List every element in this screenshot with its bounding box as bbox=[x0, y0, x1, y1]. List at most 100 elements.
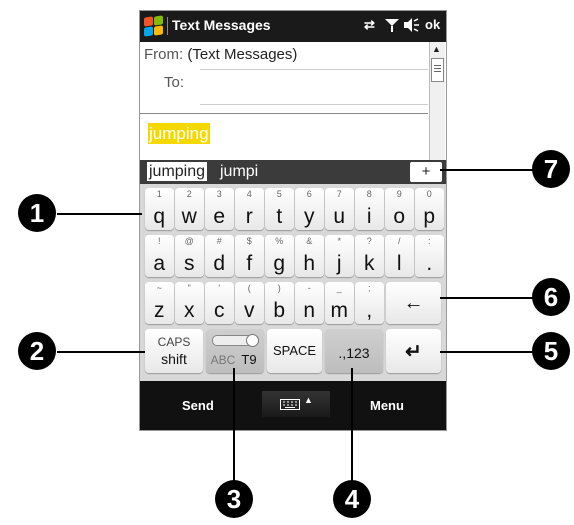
to-field[interactable] bbox=[200, 104, 428, 105]
ok-button[interactable]: ok bbox=[425, 17, 440, 32]
add-word-button[interactable]: + bbox=[410, 162, 442, 182]
key-s[interactable]: @ s bbox=[175, 235, 204, 277]
volume-icon[interactable] bbox=[402, 17, 420, 36]
callout-line-3 bbox=[233, 368, 235, 482]
callout-line-5 bbox=[440, 351, 540, 353]
keyboard-icon bbox=[280, 399, 300, 410]
space-key[interactable]: SPACE bbox=[267, 329, 322, 373]
backspace-arrow-icon: ← bbox=[403, 292, 424, 314]
key-primary-label: g bbox=[273, 252, 286, 275]
key-secondary-label: 9 bbox=[396, 189, 402, 199]
key-secondary-label: * bbox=[337, 236, 341, 246]
key-primary-label: a bbox=[153, 252, 166, 275]
title-bar: Text Messages ⇄ ok bbox=[140, 11, 446, 42]
key-e[interactable]: 3e bbox=[205, 188, 234, 230]
key-secondary-label: 6 bbox=[306, 189, 312, 199]
key-a[interactable]: ! a bbox=[145, 235, 174, 277]
enter-key[interactable]: ↵ bbox=[386, 329, 441, 373]
key-primary-label: j bbox=[336, 252, 342, 275]
key-primary-label: l bbox=[396, 252, 402, 275]
key-y[interactable]: 6y bbox=[295, 188, 324, 230]
callout-1: 1 bbox=[18, 194, 56, 232]
softkey-bar: Send ▲ Menu bbox=[140, 381, 446, 430]
scroll-thumb[interactable] bbox=[431, 58, 444, 82]
t9-slider-knob[interactable] bbox=[246, 334, 259, 347]
suggestion-bar: jumping jumpi + bbox=[140, 160, 446, 184]
suggestion-item[interactable]: jumpi bbox=[220, 163, 258, 181]
key-primary-label: q bbox=[153, 205, 166, 228]
key-secondary-label: ( bbox=[247, 283, 251, 293]
key-v[interactable]: (v bbox=[235, 282, 264, 324]
from-underline bbox=[200, 69, 428, 70]
key-l[interactable]: / l bbox=[385, 235, 414, 277]
key-b[interactable]: ) b bbox=[265, 282, 294, 324]
key-i[interactable]: 8i bbox=[355, 188, 384, 230]
key-primary-label: c bbox=[214, 299, 225, 322]
key-q[interactable]: 1q bbox=[145, 188, 174, 230]
suggestion-item[interactable]: jumping bbox=[147, 162, 208, 181]
key-primary-label: u bbox=[333, 205, 346, 228]
key-h[interactable]: & h bbox=[295, 235, 324, 277]
key-period[interactable]: :. bbox=[415, 235, 444, 277]
key-primary-label: . bbox=[426, 252, 433, 275]
key-secondary-label: 0 bbox=[426, 189, 432, 199]
key-secondary-label: ~ bbox=[156, 283, 162, 293]
windows-start-icon[interactable] bbox=[143, 15, 165, 37]
key-n[interactable]: -n bbox=[295, 282, 324, 324]
key-primary-label: p bbox=[423, 205, 436, 228]
key-u[interactable]: 7u bbox=[325, 188, 354, 230]
app-title: Text Messages bbox=[172, 17, 271, 33]
key-secondary-label: ' bbox=[218, 283, 221, 293]
key-secondary-label: 8 bbox=[366, 189, 372, 199]
key-secondary-label: 4 bbox=[246, 189, 252, 199]
key-secondary-label: 7 bbox=[336, 189, 342, 199]
key-primary-label: e bbox=[213, 205, 226, 228]
key-o[interactable]: 9o bbox=[385, 188, 414, 230]
callout-6: 6 bbox=[532, 278, 570, 316]
key-c[interactable]: ' c bbox=[205, 282, 234, 324]
key-primary-label: f bbox=[246, 252, 253, 275]
key-primary-label: , bbox=[366, 299, 373, 322]
key-z[interactable]: ~ z bbox=[145, 282, 174, 324]
key-k[interactable]: ? k bbox=[355, 235, 384, 277]
key-primary-label: i bbox=[366, 205, 372, 228]
input-panel-toggle[interactable]: ▲ bbox=[262, 391, 330, 417]
caps-label: CAPS bbox=[157, 335, 191, 349]
numbers-key[interactable]: .,123 bbox=[325, 329, 383, 373]
message-body[interactable]: jumping bbox=[140, 113, 428, 160]
title-separator bbox=[167, 17, 168, 35]
key-secondary-label: # bbox=[216, 236, 222, 246]
key-primary-label: x bbox=[184, 299, 195, 322]
phone-screen: Text Messages ⇄ ok From: (Text Messages)… bbox=[139, 10, 447, 431]
callout-line-1 bbox=[57, 213, 142, 215]
sync-arrows-icon: ⇄ bbox=[364, 17, 375, 32]
key-secondary-label: " bbox=[187, 283, 191, 293]
numbers-label: .,123 bbox=[338, 345, 370, 361]
key-p[interactable]: 0p bbox=[415, 188, 444, 230]
scroll-up-icon[interactable]: ▲ bbox=[432, 44, 441, 54]
key-f[interactable]: $ f bbox=[235, 235, 264, 277]
caps-shift-key[interactable]: CAPS shift bbox=[145, 329, 203, 373]
key-d[interactable]: # d bbox=[205, 235, 234, 277]
space-label: SPACE bbox=[272, 343, 317, 358]
key-comma[interactable]: ;, bbox=[355, 282, 384, 324]
key-r[interactable]: 4r bbox=[235, 188, 264, 230]
key-x[interactable]: " x bbox=[175, 282, 204, 324]
menu-softkey[interactable]: Menu bbox=[370, 398, 404, 413]
backspace-key[interactable]: ← bbox=[386, 282, 441, 324]
scrollbar[interactable]: ▲ bbox=[429, 42, 445, 160]
send-softkey[interactable]: Send bbox=[182, 398, 214, 413]
key-m[interactable]: _ m bbox=[325, 282, 354, 324]
callout-3: 3 bbox=[215, 480, 253, 518]
t9-toggle-key[interactable]: ABC T9 bbox=[206, 329, 264, 373]
callout-2: 2 bbox=[18, 332, 56, 370]
from-row[interactable]: From: (Text Messages) bbox=[144, 46, 297, 63]
t9-slider-switch[interactable] bbox=[212, 334, 259, 347]
key-j[interactable]: * j bbox=[325, 235, 354, 277]
key-g[interactable]: % g bbox=[265, 235, 294, 277]
key-secondary-label: 5 bbox=[276, 189, 282, 199]
abc-label: ABC bbox=[210, 353, 236, 367]
key-primary-label: b bbox=[273, 299, 286, 322]
key-t[interactable]: 5t bbox=[265, 188, 294, 230]
key-w[interactable]: 2w bbox=[175, 188, 204, 230]
